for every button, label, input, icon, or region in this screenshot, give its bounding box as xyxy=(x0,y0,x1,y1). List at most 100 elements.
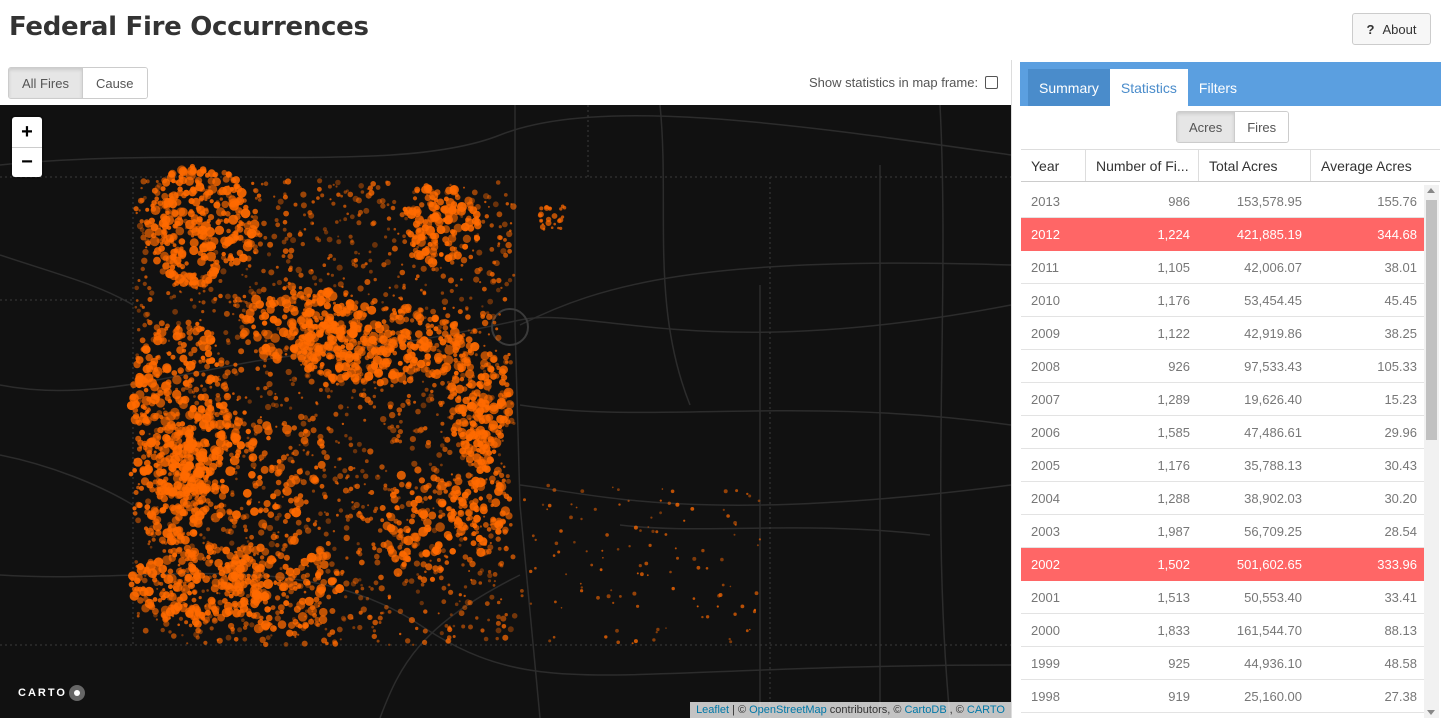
cell-total-acres: 25,160.00 xyxy=(1244,688,1302,704)
fires-button[interactable]: Fires xyxy=(1234,112,1289,142)
table-header: Year Number of Fi... Total Acres Average… xyxy=(1021,149,1440,182)
zoom-in-button[interactable]: + xyxy=(12,117,42,147)
cause-button[interactable]: Cause xyxy=(81,68,147,98)
cell-average-acres: 30.43 xyxy=(1384,457,1417,473)
cell-year: 2006 xyxy=(1031,424,1060,440)
table-row[interactable]: 2009 1,122 42,919.86 38.25 xyxy=(1021,317,1425,350)
cell-average-acres: 38.01 xyxy=(1384,259,1417,275)
col-average-acres[interactable]: Average Acres xyxy=(1310,150,1440,181)
tab-statistics[interactable]: Statistics xyxy=(1109,69,1188,106)
scroll-thumb[interactable] xyxy=(1426,200,1437,440)
cell-average-acres: 28.54 xyxy=(1384,523,1417,539)
cell-average-acres: 105.33 xyxy=(1377,358,1417,374)
cell-year: 2013 xyxy=(1031,193,1060,209)
cell-number-of-fires: 986 xyxy=(1168,193,1190,209)
tab-bar: Summary Statistics Filters xyxy=(1020,62,1441,106)
cell-average-acres: 38.25 xyxy=(1384,325,1417,341)
cell-year: 2003 xyxy=(1031,523,1060,539)
table-row[interactable]: 2013 986 153,578.95 155.76 xyxy=(1021,185,1425,218)
cell-average-acres: 15.23 xyxy=(1384,391,1417,407)
carto-logo: CARTO xyxy=(18,685,85,701)
map-attribution: Leaflet | © OpenStreetMap contributors, … xyxy=(690,702,1011,718)
leaflet-link[interactable]: Leaflet xyxy=(696,704,729,716)
cell-number-of-fires: 1,513 xyxy=(1157,589,1190,605)
all-fires-button[interactable]: All Fires xyxy=(9,68,82,98)
cell-year: 2009 xyxy=(1031,325,1060,341)
table-row[interactable]: 2000 1,833 161,544.70 88.13 xyxy=(1021,614,1425,647)
cell-total-acres: 501,602.65 xyxy=(1236,556,1302,572)
table-row[interactable]: 2010 1,176 53,454.45 45.45 xyxy=(1021,284,1425,317)
fire-map[interactable]: + − CARTO Leaflet | © OpenStreetMap cont… xyxy=(0,105,1011,718)
cell-number-of-fires: 1,502 xyxy=(1157,556,1190,572)
cell-total-acres: 19,626.40 xyxy=(1244,391,1302,407)
zoom-control: + − xyxy=(12,117,42,177)
cell-total-acres: 42,006.07 xyxy=(1244,259,1302,275)
map-mode-toggle: All Fires Cause xyxy=(8,67,148,99)
col-total-acres[interactable]: Total Acres xyxy=(1198,150,1310,181)
cell-year: 2002 xyxy=(1031,556,1060,572)
attribution-contrib: contributors, © xyxy=(829,704,902,716)
table-row[interactable]: 2012 1,224 421,885.19 344.68 xyxy=(1021,218,1425,251)
cell-average-acres: 30.20 xyxy=(1384,490,1417,506)
cell-number-of-fires: 1,176 xyxy=(1157,457,1190,473)
table-row[interactable]: 2005 1,176 35,788.13 30.43 xyxy=(1021,449,1425,482)
table-row[interactable]: 2007 1,289 19,626.40 15.23 xyxy=(1021,383,1425,416)
cell-year: 1999 xyxy=(1031,655,1060,671)
cell-number-of-fires: 1,987 xyxy=(1157,523,1190,539)
table-row[interactable]: 2011 1,105 42,006.07 38.01 xyxy=(1021,251,1425,284)
table-row[interactable]: 2001 1,513 50,553.40 33.41 xyxy=(1021,581,1425,614)
cell-total-acres: 53,454.45 xyxy=(1244,292,1302,308)
cell-number-of-fires: 1,288 xyxy=(1157,490,1190,506)
cell-number-of-fires: 1,289 xyxy=(1157,391,1190,407)
question-icon: ? xyxy=(1366,21,1375,37)
stats-table-body: 2013 986 153,578.95 155.76 2012 1,224 421,885.… xyxy=(1021,185,1425,718)
about-label: About xyxy=(1382,21,1417,37)
cell-number-of-fires: 1,176 xyxy=(1157,292,1190,308)
cartodb-link[interactable]: CartoDB xyxy=(904,704,946,716)
table-row[interactable]: 1999 925 44,936.10 48.58 xyxy=(1021,647,1425,680)
map-canvas[interactable] xyxy=(0,105,1011,718)
cell-number-of-fires: 926 xyxy=(1168,358,1190,374)
table-row[interactable]: 2002 1,502 501,602.65 333.96 xyxy=(1021,548,1425,581)
cell-number-of-fires: 1,585 xyxy=(1157,424,1190,440)
scroll-up-icon[interactable] xyxy=(1427,188,1435,193)
zoom-out-button[interactable]: − xyxy=(12,147,42,177)
stats-toggle-checkbox[interactable] xyxy=(985,76,999,89)
cell-year: 2008 xyxy=(1031,358,1060,374)
carto-link[interactable]: CARTO xyxy=(967,704,1005,716)
cell-average-acres: 333.96 xyxy=(1377,556,1417,572)
unit-toggle: Acres Fires xyxy=(1176,111,1290,143)
cell-average-acres: 88.13 xyxy=(1384,622,1417,638)
cell-year: 2005 xyxy=(1031,457,1060,473)
cell-total-acres: 35,788.13 xyxy=(1244,457,1302,473)
about-button[interactable]: ? About xyxy=(1352,13,1431,45)
cell-average-acres: 155.76 xyxy=(1377,193,1417,209)
cell-total-acres: 47,486.61 xyxy=(1244,424,1302,440)
cell-number-of-fires: 925 xyxy=(1168,655,1190,671)
cell-total-acres: 56,709.25 xyxy=(1244,523,1302,539)
table-row[interactable]: 2003 1,987 56,709.25 28.54 xyxy=(1021,515,1425,548)
header: Federal Fire Occurrences ? About xyxy=(0,0,1441,60)
col-number-of-fires[interactable]: Number of Fi... xyxy=(1085,150,1198,181)
table-row[interactable]: 2006 1,585 47,486.61 29.96 xyxy=(1021,416,1425,449)
table-scrollbar[interactable] xyxy=(1424,185,1439,718)
stats-toggle-label: Show statistics in map frame: xyxy=(809,75,979,90)
scroll-down-icon[interactable] xyxy=(1427,710,1435,715)
carto-logo-text: CARTO xyxy=(18,687,67,699)
cell-total-acres: 38,902.03 xyxy=(1244,490,1302,506)
osm-link[interactable]: OpenStreetMap xyxy=(749,704,827,716)
table-row[interactable]: 2004 1,288 38,902.03 30.20 xyxy=(1021,482,1425,515)
cell-total-acres: 97,533.43 xyxy=(1244,358,1302,374)
cell-year: 2004 xyxy=(1031,490,1060,506)
cell-total-acres: 161,544.70 xyxy=(1236,622,1302,638)
tab-summary[interactable]: Summary xyxy=(1028,69,1110,106)
acres-button[interactable]: Acres xyxy=(1177,112,1235,142)
table-row[interactable]: 2008 926 97,533.43 105.33 xyxy=(1021,350,1425,383)
cell-year: 2011 xyxy=(1031,259,1059,275)
table-row[interactable]: 1998 919 25,160.00 27.38 xyxy=(1021,680,1425,713)
cell-year: 2012 xyxy=(1031,226,1060,242)
col-year[interactable]: Year xyxy=(1021,150,1085,181)
cell-average-acres: 45.45 xyxy=(1384,292,1417,308)
tab-filters[interactable]: Filters xyxy=(1188,69,1248,106)
cell-year: 2010 xyxy=(1031,292,1060,308)
